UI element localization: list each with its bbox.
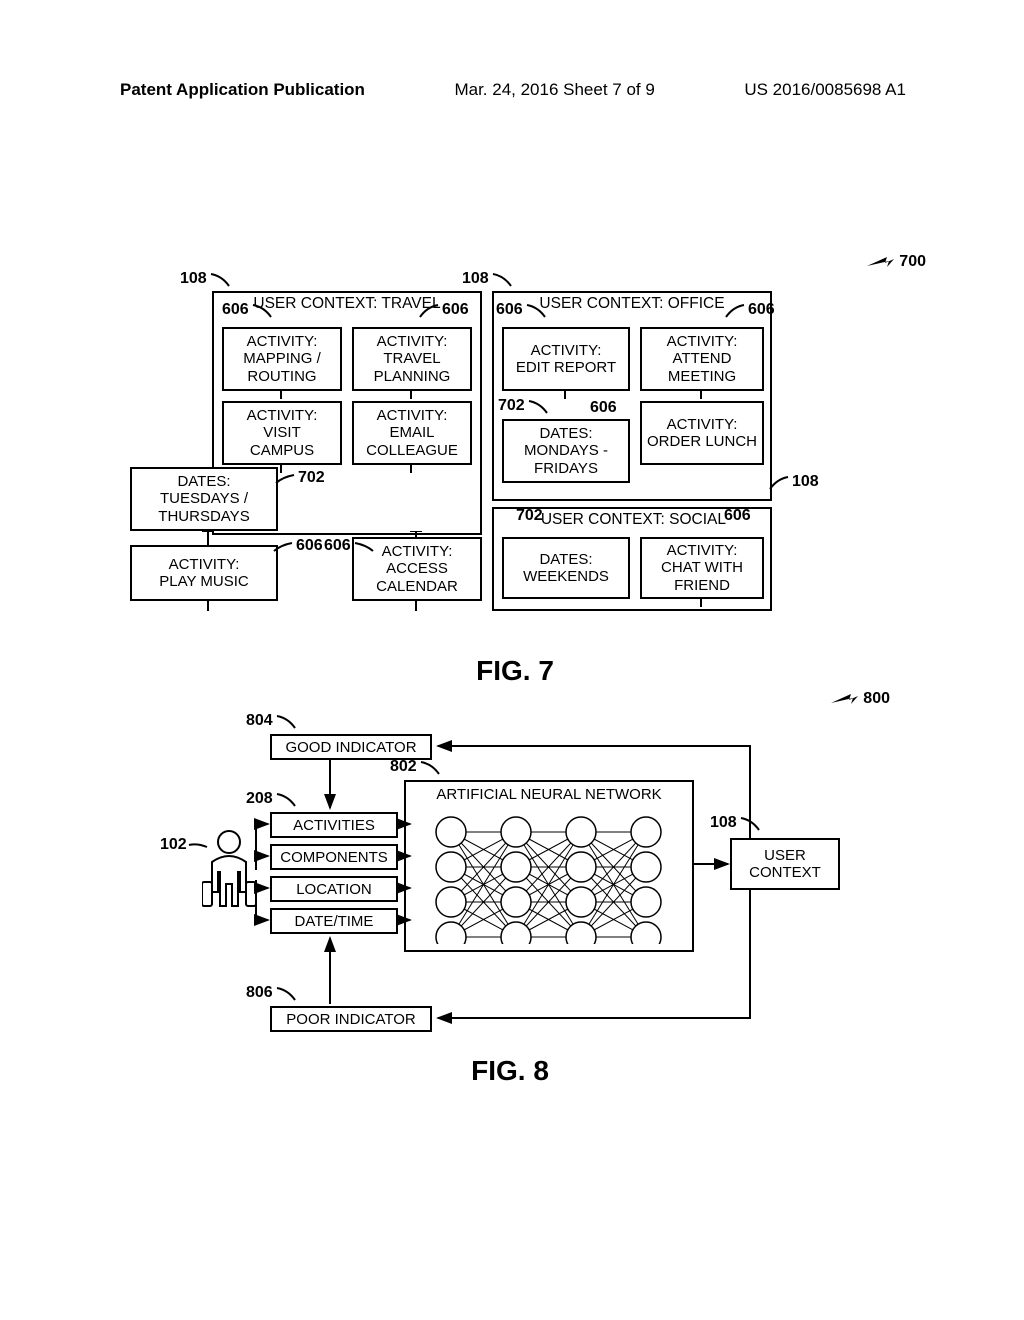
feedback-arrows (330, 734, 760, 1034)
ref-700: 700 (867, 253, 926, 271)
ref-108-office: 108 (462, 270, 515, 288)
act-mapping: ACTIVITY: MAPPING / ROUTING (222, 327, 342, 391)
ref-606-cal: 606 (324, 537, 377, 555)
sheet-date: Mar. 24, 2016 Sheet 7 of 9 (454, 80, 654, 100)
ref-208: 208 (246, 790, 299, 808)
figure-7: 700 USER CONTEXT: TRAVEL 108 606 606 ACT… (130, 255, 900, 675)
ref-606-travel-r: 606 (416, 301, 469, 319)
ref-108-travel: 108 (180, 270, 233, 288)
ref-806: 806 (246, 984, 299, 1002)
ref-804: 804 (246, 712, 299, 730)
ref-606-travel-l: 606 (222, 301, 275, 319)
ref-702-social: 702 (516, 507, 543, 525)
act-chat-friend: ACTIVITY: CHAT WITH FRIEND (640, 537, 764, 599)
travel-dates: DATES: TUESDAYS / THURSDAYS (130, 467, 278, 531)
figure-8: 800 GOOD INDICATOR 804 POOR INDICATOR 80… (190, 710, 830, 1080)
ref-606-social: 606 (724, 507, 751, 525)
pub-label: Patent Application Publication (120, 80, 365, 100)
ref-606-play: 606 (270, 537, 323, 555)
office-dates: DATES: MONDAYS - FRIDAYS (502, 419, 630, 483)
ref-606-office-l: 606 (496, 301, 549, 319)
ref-702-office: 702 (498, 397, 551, 415)
fig7-title: FIG. 7 (476, 655, 554, 687)
act-edit-report: ACTIVITY: EDIT REPORT (502, 327, 630, 391)
act-travel-plan: ACTIVITY: TRAVEL PLANNING (352, 327, 472, 391)
act-attend-meeting: ACTIVITY: ATTEND MEETING (640, 327, 764, 391)
ref-800: 800 (831, 690, 890, 708)
pub-number: US 2016/0085698 A1 (744, 80, 906, 100)
act-order-lunch: ACTIVITY: ORDER LUNCH (640, 401, 764, 465)
page-header: Patent Application Publication Mar. 24, … (0, 80, 1024, 100)
ref-108-social: 108 (766, 473, 819, 491)
ref-606-office-order: 606 (590, 399, 617, 417)
act-email-colleague: ACTIVITY: EMAIL COLLEAGUE (352, 401, 472, 465)
user-icon (202, 828, 256, 910)
ref-606-office-r: 606 (722, 301, 775, 319)
social-dates: DATES: WEEKENDS (502, 537, 630, 599)
fig8-title: FIG. 8 (471, 1055, 549, 1087)
act-visit-campus: ACTIVITY: VISIT CAMPUS (222, 401, 342, 465)
